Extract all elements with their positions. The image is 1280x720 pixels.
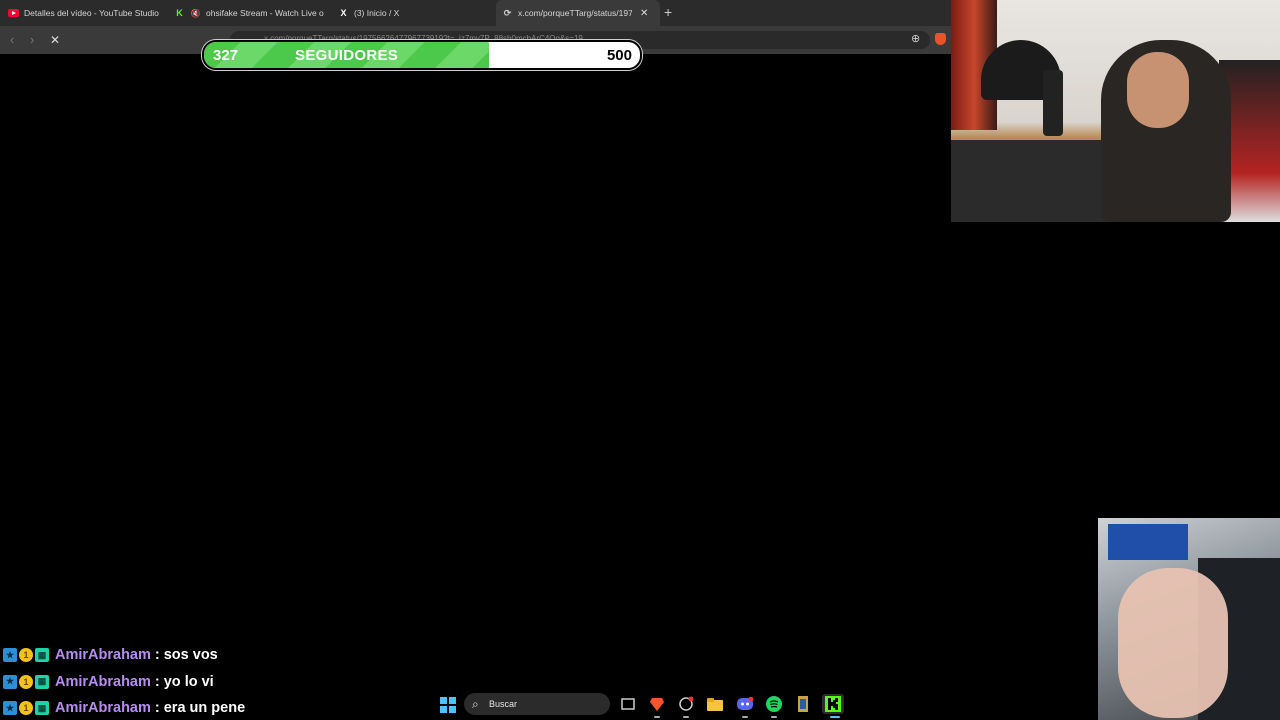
product-box	[1108, 524, 1188, 560]
chat-username: AmirAbraham	[55, 647, 151, 664]
chat-overlay: ★ 1 ▦ AmirAbraham : sos vos ★ 1 ▦ AmirAb…	[3, 642, 245, 720]
brave-icon[interactable]	[648, 695, 666, 713]
task-view-icon[interactable]	[619, 695, 637, 713]
secondary-camera-feed	[1098, 518, 1280, 720]
browser-tab-bar: Detalles del vídeo - YouTube Studio K 🔇 …	[0, 0, 951, 26]
chat-text: : era un pene	[154, 700, 246, 717]
new-tab-button[interactable]: +	[664, 4, 672, 20]
stop-loading-button[interactable]: ✕	[50, 33, 60, 47]
gift-badge-icon: ▦	[35, 674, 49, 689]
spotify-icon[interactable]	[765, 695, 783, 713]
back-button[interactable]: ‹	[10, 32, 14, 47]
verified-badge-icon: ★	[3, 674, 17, 689]
running-indicator	[830, 716, 840, 718]
search-icon: ⌕	[472, 697, 479, 711]
bottle	[1043, 70, 1063, 136]
subscriber-badge-icon: 1	[19, 648, 33, 663]
chat-message: ★ 1 ▦ AmirAbraham : sos vos	[3, 642, 245, 669]
running-indicator	[742, 716, 748, 718]
windows-start-icon[interactable]	[439, 696, 457, 714]
running-indicator	[654, 716, 660, 718]
youtube-icon	[8, 8, 19, 19]
chat-username: AmirAbraham	[55, 673, 151, 690]
subscriber-badge-icon: 1	[19, 701, 33, 716]
tab-label: (3) Inicio / X	[354, 8, 400, 18]
follower-goal-label: SEGUIDORES	[295, 47, 399, 64]
taskbar-search-placeholder: Buscar	[489, 699, 518, 709]
app-icon[interactable]	[677, 695, 695, 713]
follower-goal-bar: 327 SEGUIDORES 500	[202, 40, 642, 70]
chat-message: ★ 1 ▦ AmirAbraham : era un pene	[3, 695, 245, 720]
kick-icon: K	[176, 8, 183, 18]
webcam-feed	[951, 0, 1280, 222]
chat-text: : sos vos	[154, 647, 218, 664]
brave-shields-icon[interactable]	[935, 33, 946, 45]
running-indicator	[771, 716, 777, 718]
chat-message: ★ 1 ▦ AmirAbraham : yo lo vi	[3, 669, 245, 696]
tab-label: Detalles del vídeo - YouTube Studio	[24, 8, 159, 18]
subscriber-badge-icon: 1	[19, 674, 33, 689]
verified-badge-icon: ★	[3, 701, 17, 716]
discord-icon[interactable]	[736, 695, 754, 713]
forward-button[interactable]: ›	[30, 32, 34, 47]
tab-x-home[interactable]: X (3) Inicio / X	[338, 0, 488, 26]
hands	[1118, 568, 1228, 718]
taskbar-search[interactable]	[464, 693, 610, 715]
chat-text: : yo lo vi	[154, 673, 214, 690]
close-tab-icon[interactable]: ✕	[640, 8, 648, 19]
desk	[951, 140, 1121, 222]
tab-label: x.com/porqueTTarg/status/1975	[518, 8, 632, 18]
verified-badge-icon: ★	[3, 648, 17, 663]
loading-icon: ⟳	[503, 7, 512, 18]
zoom-icon[interactable]: ⊕	[911, 32, 920, 45]
kick-icon[interactable]	[822, 694, 844, 714]
gift-badge-icon: ▦	[35, 701, 49, 716]
file-explorer-icon[interactable]	[706, 695, 724, 713]
chat-username: AmirAbraham	[55, 700, 151, 717]
tab-kick-stream[interactable]: K 🔇 ohsifake Stream - Watch Live on	[174, 0, 324, 26]
muted-icon[interactable]: 🔇	[190, 8, 201, 19]
follower-goal-target: 500	[606, 47, 632, 64]
gift-badge-icon: ▦	[35, 648, 49, 663]
running-indicator	[683, 716, 689, 718]
app-icon[interactable]	[794, 695, 812, 713]
tab-label: ohsifake Stream - Watch Live on	[206, 8, 324, 18]
tab-x-status[interactable]: ⟳ x.com/porqueTTarg/status/1975 ✕	[496, 0, 660, 26]
tab-youtube-studio[interactable]: Detalles del vídeo - YouTube Studio	[8, 0, 168, 26]
x-logo-icon: X	[340, 8, 347, 18]
streamer-head	[1127, 52, 1189, 128]
